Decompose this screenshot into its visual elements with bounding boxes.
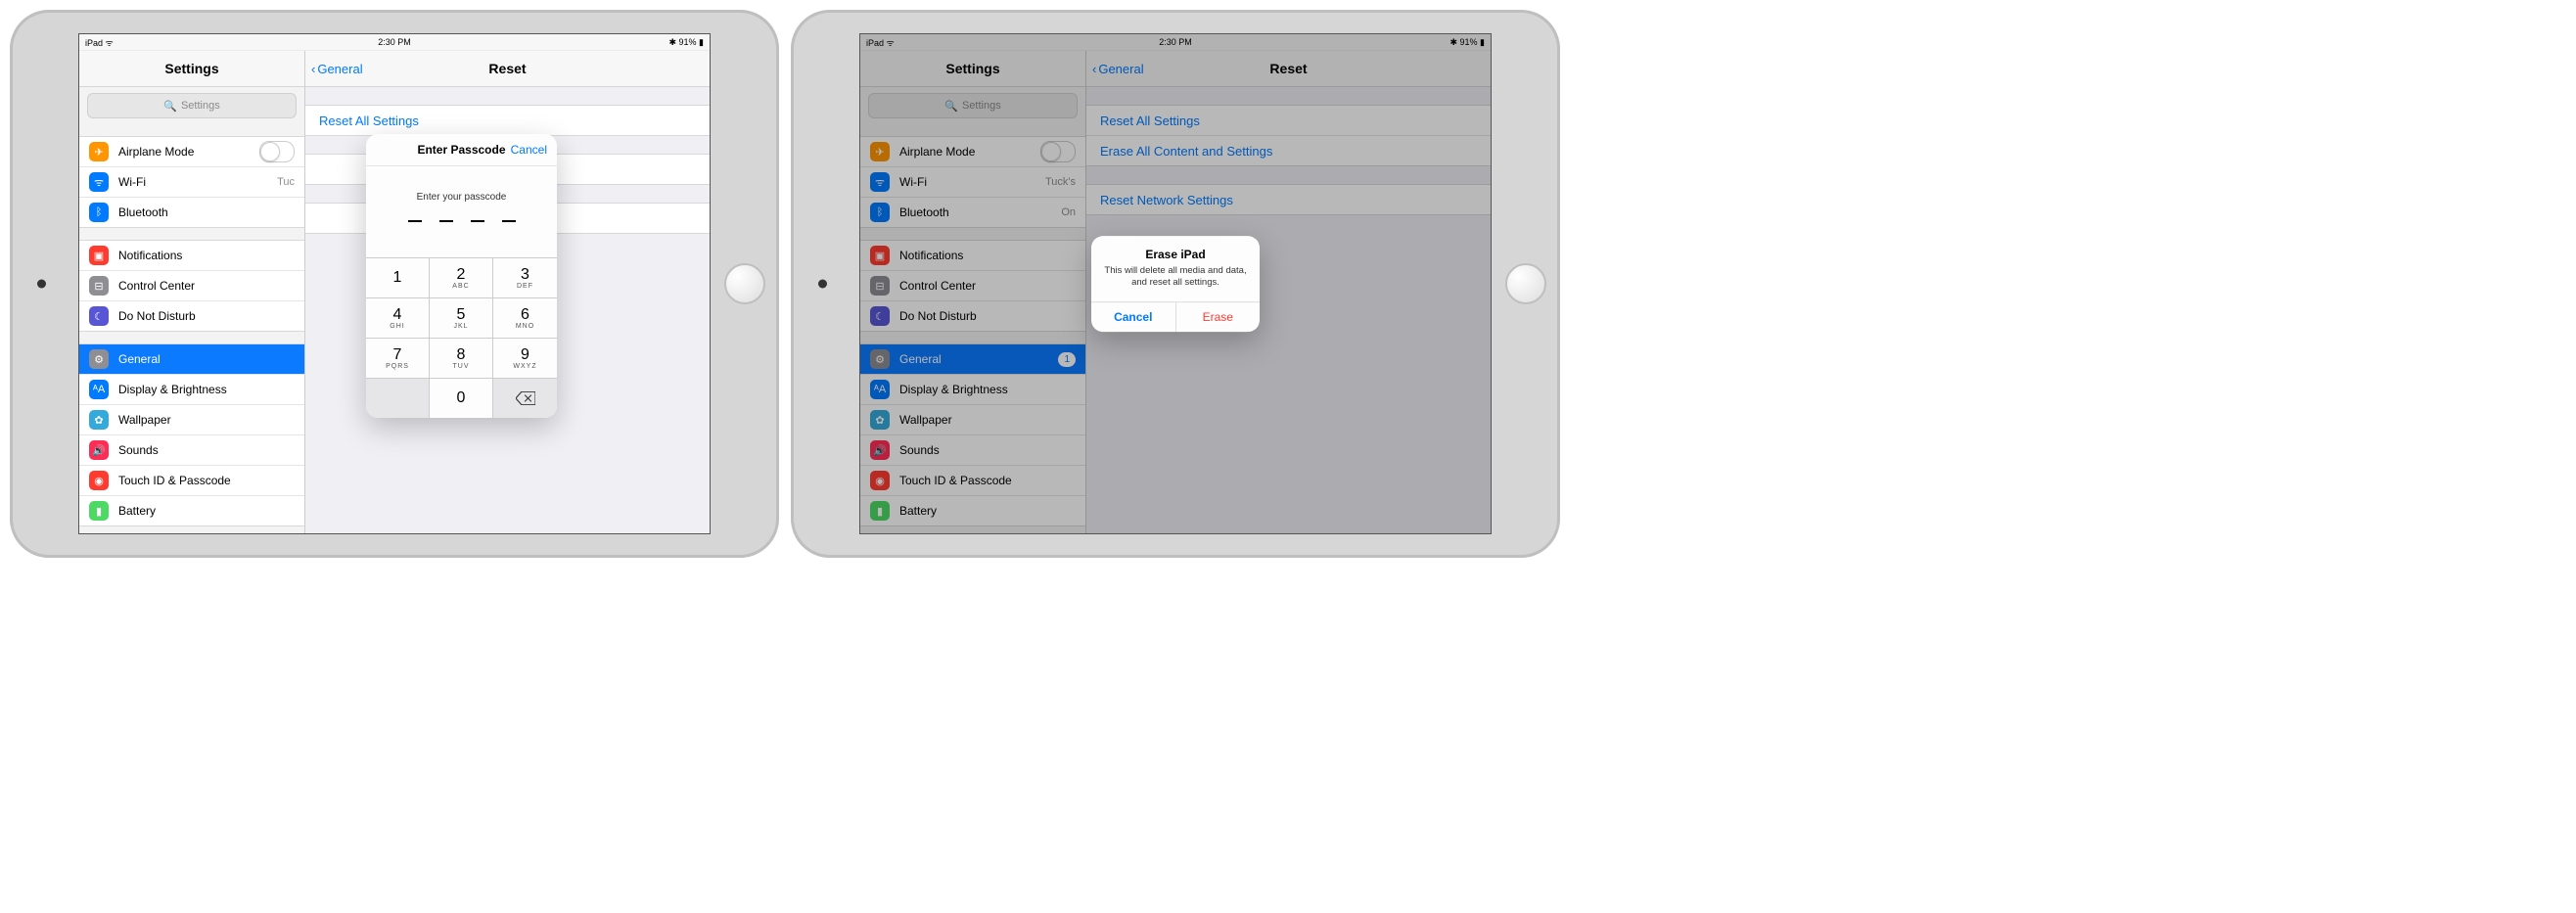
key-1[interactable]: 1: [366, 257, 430, 297]
screen: iPad ᯤ 2:30 PM ✱ 91% ▮ Settings 🔍 Settin…: [78, 33, 711, 534]
key-8[interactable]: 8TUV: [430, 338, 493, 378]
passcode-cancel-button[interactable]: Cancel: [511, 143, 547, 157]
sidebar: Settings 🔍 Settings ✈ Airplane Mode ᯤ Wi…: [79, 51, 305, 534]
camera-icon: [818, 280, 827, 289]
key-blank: [366, 378, 430, 418]
sidebar-item-wallpaper[interactable]: ✿ Wallpaper: [79, 405, 304, 435]
bluetooth-icon: ᛒ: [89, 203, 109, 222]
key-6[interactable]: 6MNO: [493, 297, 557, 338]
wallpaper-icon: ✿: [89, 410, 109, 430]
sidebar-item-label: Battery: [118, 504, 156, 518]
airplane-toggle[interactable]: [259, 141, 295, 162]
alert-erase-button[interactable]: Erase: [1176, 302, 1261, 332]
erase-alert: Erase iPad This will delete all media an…: [1091, 236, 1260, 332]
passcode-title: Enter Passcode: [417, 143, 505, 157]
sidebar-item-label: Bluetooth: [118, 205, 168, 219]
sidebar-item-wifi[interactable]: ᯤ Wi-Fi Tuc: [79, 167, 304, 198]
key-backspace[interactable]: [493, 378, 557, 418]
reset-all-settings-row[interactable]: Reset All Settings: [305, 106, 710, 135]
detail-header: ‹General Reset: [305, 51, 710, 87]
key-4[interactable]: 4GHI: [366, 297, 430, 338]
ipad-frame-right: iPad ᯤ 2:30 PM ✱ 91% ▮ Settings 🔍 Settin…: [791, 10, 1560, 558]
sidebar-item-bluetooth[interactable]: ᛒ Bluetooth: [79, 198, 304, 227]
sidebar-item-label: Display & Brightness: [118, 383, 227, 396]
status-bar: iPad ᯤ 2:30 PM ✱ 91% ▮: [79, 34, 710, 51]
sidebar-item-label: Sounds: [118, 443, 159, 457]
sidebar-item-display[interactable]: ᴬA Display & Brightness: [79, 375, 304, 405]
key-3[interactable]: 3DEF: [493, 257, 557, 297]
airplane-icon: ✈: [89, 142, 109, 161]
sidebar-item-general[interactable]: ⚙ General: [79, 344, 304, 375]
sidebar-item-control-center[interactable]: ⊟ Control Center: [79, 271, 304, 301]
sounds-icon: 🔊: [89, 440, 109, 460]
chevron-left-icon: ‹: [311, 62, 315, 76]
home-button[interactable]: [1505, 263, 1546, 304]
key-0[interactable]: 0: [430, 378, 493, 418]
backspace-icon: [516, 391, 535, 405]
sidebar-item-label: Notifications: [118, 249, 182, 262]
sidebar-title: Settings: [79, 51, 304, 87]
sidebar-item-sounds[interactable]: 🔊 Sounds: [79, 435, 304, 466]
wifi-icon: ᯤ: [106, 38, 114, 48]
fingerprint-icon: ◉: [89, 471, 109, 490]
sidebar-item-label: Touch ID & Passcode: [118, 474, 231, 487]
search-placeholder: Settings: [181, 100, 220, 112]
search-icon: 🔍: [163, 100, 177, 113]
sidebar-item-label: Do Not Disturb: [118, 309, 196, 323]
key-2[interactable]: 2ABC: [430, 257, 493, 297]
sidebar-item-label: Wi-Fi: [118, 175, 146, 189]
status-right: ✱ 91% ▮: [668, 37, 704, 48]
alert-cancel-button[interactable]: Cancel: [1091, 302, 1176, 332]
alert-title: Erase iPad: [1101, 248, 1250, 261]
control-center-icon: ⊟: [89, 276, 109, 296]
sidebar-item-battery[interactable]: ▮ Battery: [79, 496, 304, 525]
display-icon: ᴬA: [89, 380, 109, 399]
battery-icon: ▮: [89, 501, 109, 521]
key-7[interactable]: 7PQRS: [366, 338, 430, 378]
passcode-prompt: Enter your passcode: [366, 192, 557, 203]
notifications-icon: ▣: [89, 246, 109, 265]
key-5[interactable]: 5JKL: [430, 297, 493, 338]
sidebar-item-label: Airplane Mode: [118, 145, 194, 159]
sidebar-item-dnd[interactable]: ☾ Do Not Disturb: [79, 301, 304, 331]
sidebar-item-notifications[interactable]: ▣ Notifications: [79, 241, 304, 271]
camera-icon: [37, 280, 46, 289]
back-button[interactable]: ‹General: [305, 62, 363, 76]
key-9[interactable]: 9WXYZ: [493, 338, 557, 378]
gear-icon: ⚙: [89, 349, 109, 369]
screen: iPad ᯤ 2:30 PM ✱ 91% ▮ Settings 🔍 Settin…: [859, 33, 1492, 534]
sidebar-item-label: Control Center: [118, 279, 195, 293]
numeric-keypad: 1 2ABC 3DEF 4GHI 5JKL 6MNO 7PQRS 8TUV 9W…: [366, 257, 557, 418]
status-left: iPad ᯤ: [85, 36, 114, 49]
passcode-popover: Enter Passcode Cancel Enter your passcod…: [366, 134, 557, 418]
ipad-frame-left: iPad ᯤ 2:30 PM ✱ 91% ▮ Settings 🔍 Settin…: [10, 10, 779, 558]
alert-message: This will delete all media and data, and…: [1103, 265, 1248, 290]
sidebar-item-touchid[interactable]: ◉ Touch ID & Passcode: [79, 466, 304, 496]
status-time: 2:30 PM: [79, 37, 710, 47]
wifi-row-icon: ᯤ: [89, 172, 109, 192]
passcode-dashes: [366, 220, 557, 222]
moon-icon: ☾: [89, 306, 109, 326]
home-button[interactable]: [724, 263, 765, 304]
sidebar-item-airplane[interactable]: ✈ Airplane Mode: [79, 137, 304, 167]
passcode-header: Enter Passcode Cancel: [366, 134, 557, 166]
wifi-value: Tuc: [277, 176, 295, 188]
page-title: Reset: [305, 61, 710, 76]
search-input[interactable]: 🔍 Settings: [87, 93, 297, 118]
back-label: General: [317, 62, 362, 76]
sidebar-item-label: General: [118, 352, 161, 366]
sidebar-item-label: Wallpaper: [118, 413, 171, 427]
